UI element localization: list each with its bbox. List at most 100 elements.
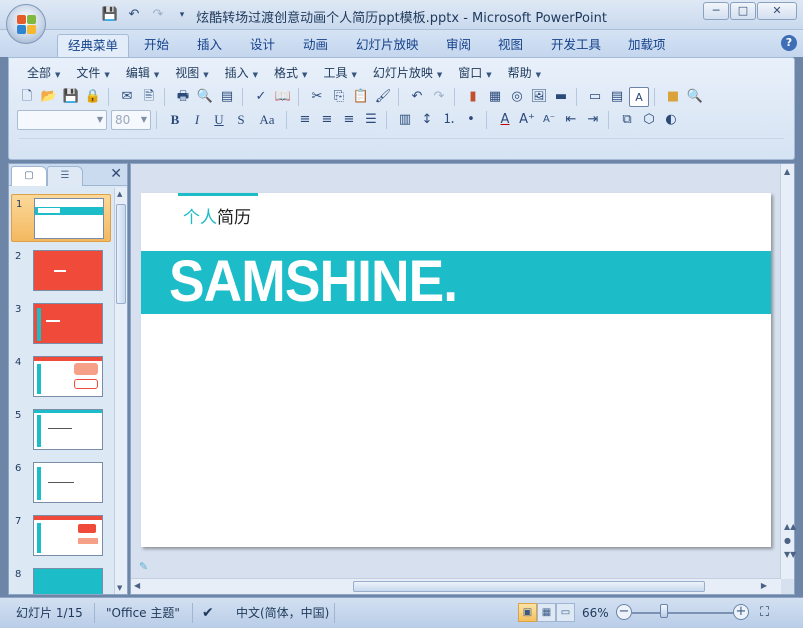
select-browse-icon[interactable]: ●	[784, 536, 791, 545]
paste-icon[interactable]: 📋	[351, 87, 371, 107]
theme-name[interactable]: "Office 主题"	[106, 603, 180, 623]
insert-clipart-icon[interactable]: ◎	[507, 87, 527, 107]
open-file-icon[interactable]: 📂	[39, 87, 59, 107]
prev-slide-icon[interactable]: ▲▲	[784, 522, 796, 531]
publish-icon[interactable]: 🖹	[139, 87, 159, 107]
redo-icon[interactable]: ↷	[429, 87, 449, 107]
increase-indent-icon[interactable]: ⇥	[583, 110, 603, 130]
folder-icon[interactable]: ■	[663, 87, 683, 107]
layout-icon[interactable]: ▤	[217, 87, 237, 107]
scroll-up-icon[interactable]: ▲	[117, 190, 122, 198]
zoom-level[interactable]: 66%	[582, 603, 609, 623]
slide-subtitle[interactable]: 个人简历	[183, 203, 251, 228]
tab-home[interactable]: 开始	[134, 34, 179, 57]
spelling-check-icon[interactable]: ✔	[202, 603, 214, 623]
h-scroll-thumb[interactable]	[353, 581, 705, 592]
zoom-in-icon[interactable]: +	[733, 604, 749, 620]
tab-slideshow[interactable]: 幻灯片放映	[346, 34, 429, 57]
minimize-button[interactable]: ─	[703, 2, 729, 20]
slide-thumbnail-2[interactable]: 2	[11, 247, 111, 295]
slide-thumbnail-3[interactable]: 3	[11, 300, 111, 348]
office-button[interactable]	[6, 4, 46, 44]
zoom-slider[interactable]	[631, 612, 739, 614]
next-slide-icon[interactable]: ▼▼	[784, 550, 796, 559]
new-file-icon[interactable]: 🗋	[17, 87, 37, 107]
language-indicator[interactable]: 中文(简体，中国)	[236, 603, 329, 623]
align-right-icon[interactable]: ≡	[339, 110, 359, 130]
change-case-button[interactable]: Aa	[253, 110, 281, 130]
research-icon[interactable]: 📖	[273, 87, 293, 107]
notes-icon[interactable]: ✎	[139, 560, 148, 573]
increase-font-icon[interactable]: A⁺	[517, 110, 537, 130]
zoom-out-icon[interactable]: −	[616, 604, 632, 620]
text-box-icon[interactable]: A	[629, 87, 649, 107]
outline-tab[interactable]: ☰	[47, 166, 83, 186]
numbering-icon[interactable]: ⒈	[439, 110, 459, 130]
justify-icon[interactable]: ☰	[361, 110, 381, 130]
slide-layout-icon[interactable]: ▤	[607, 87, 627, 107]
shadow-button[interactable]: S	[231, 110, 251, 130]
maximize-button[interactable]: □	[730, 2, 756, 20]
insert-chart-icon[interactable]: ▮	[463, 87, 483, 107]
slideshow-view-button[interactable]: ▭	[556, 603, 575, 622]
cut-icon[interactable]: ✂	[307, 87, 327, 107]
tab-classic-menu[interactable]: 经典菜单	[57, 34, 130, 57]
font-size-select[interactable]: 80 ▼	[111, 110, 151, 130]
slide-thumbnail-8[interactable]: 8	[11, 565, 111, 594]
slide-thumbnail-6[interactable]: 6	[11, 459, 111, 507]
tab-design[interactable]: 设计	[240, 34, 285, 57]
font-color-icon[interactable]: A	[495, 110, 515, 130]
italic-button[interactable]: I	[187, 110, 207, 130]
scroll-left-icon[interactable]: ◀	[134, 581, 140, 590]
undo-icon[interactable]: ↶	[407, 87, 427, 107]
tab-addins[interactable]: 加载项	[618, 34, 676, 57]
tab-animations[interactable]: 动画	[293, 34, 338, 57]
line-spacing-icon[interactable]: ↕	[417, 110, 437, 130]
tab-developer[interactable]: 开发工具	[541, 34, 611, 57]
slide-title[interactable]: SAMSHINE.	[169, 251, 458, 313]
bold-button[interactable]: B	[165, 110, 185, 130]
menu-all[interactable]: 全部 ▼	[19, 64, 68, 82]
menu-tools[interactable]: 工具 ▼	[315, 64, 364, 82]
align-left-icon[interactable]: ≡	[295, 110, 315, 130]
email-icon[interactable]: ✉	[117, 87, 137, 107]
fit-to-window-icon[interactable]: ⛶	[760, 603, 769, 623]
editor-vertical-scrollbar[interactable]: ▲ ▲▲ ● ▼▼	[780, 164, 796, 579]
line-style-icon[interactable]: ▬	[551, 87, 571, 107]
slide-sorter-button[interactable]: ▦	[537, 603, 556, 622]
menu-file[interactable]: 文件 ▼	[68, 64, 117, 82]
zoom-icon[interactable]: 🔍	[685, 87, 705, 107]
menu-window[interactable]: 窗口 ▼	[450, 64, 499, 82]
menu-slideshow[interactable]: 幻灯片放映 ▼	[365, 64, 450, 82]
shape-fill-icon[interactable]: ◐	[661, 110, 681, 130]
arrange-icon[interactable]: ⧉	[617, 110, 637, 130]
underline-button[interactable]: U	[209, 110, 229, 130]
zoom-slider-handle[interactable]	[660, 604, 668, 618]
menu-view[interactable]: 视图 ▼	[167, 64, 216, 82]
format-painter-icon[interactable]: 🖌	[373, 87, 393, 107]
copy-icon[interactable]: ⎘	[329, 87, 349, 107]
save-icon[interactable]: 💾	[61, 87, 81, 107]
slide-thumbnail-1[interactable]: 1	[11, 194, 111, 242]
bullets-icon[interactable]: •	[461, 110, 481, 130]
decrease-font-icon[interactable]: A⁻	[539, 110, 559, 130]
spelling-icon[interactable]: ✓	[251, 87, 271, 107]
tab-review[interactable]: 审阅	[436, 34, 481, 57]
print-preview-icon[interactable]: 🔍	[195, 87, 215, 107]
tab-view[interactable]: 视图	[488, 34, 533, 57]
new-slide-icon[interactable]: ▭	[585, 87, 605, 107]
menu-insert[interactable]: 插入 ▼	[217, 64, 266, 82]
close-pane-icon[interactable]: ✕	[110, 166, 122, 182]
slide-thumbnail-4[interactable]: 4	[11, 353, 111, 401]
print-icon[interactable]: 🖶	[173, 87, 193, 107]
scroll-down-icon[interactable]: ▼	[117, 584, 122, 592]
thumbnails-scrollbar[interactable]: ▲ ▼	[114, 188, 127, 594]
slide-thumbnail-7[interactable]: 7	[11, 512, 111, 560]
insert-table-icon[interactable]: ▦	[485, 87, 505, 107]
columns-icon[interactable]: ▥	[395, 110, 415, 130]
scroll-up-icon[interactable]: ▲	[784, 167, 790, 176]
insert-picture-icon[interactable]: 🖼	[529, 87, 549, 107]
align-center-icon[interactable]: ≡	[317, 110, 337, 130]
shapes-icon[interactable]: ⬡	[639, 110, 659, 130]
menu-help[interactable]: 帮助 ▼	[500, 64, 549, 82]
